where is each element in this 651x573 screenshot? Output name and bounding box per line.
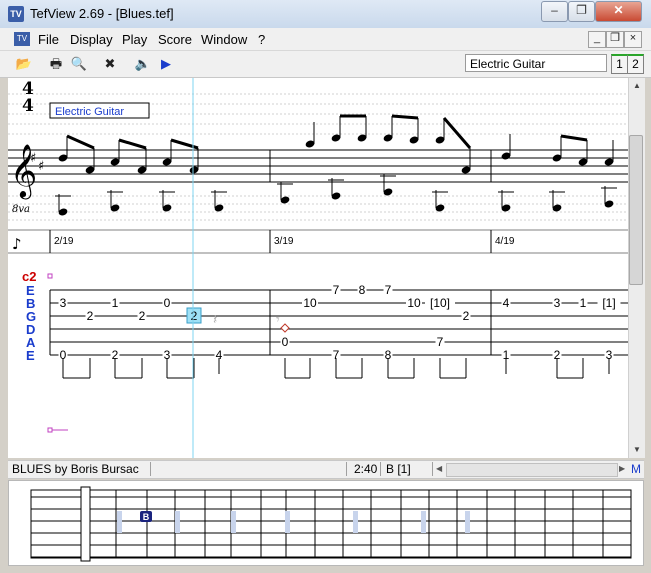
speaker-icon[interactable]: 🔈 <box>133 54 153 74</box>
minimize-button[interactable]: – <box>541 1 568 22</box>
sharp-icon: ♯ <box>38 159 44 174</box>
fretboard-canvas: B <box>30 486 632 562</box>
menu-play[interactable]: Play <box>122 32 147 47</box>
fret-marker-label: B <box>143 512 150 522</box>
tab-number[interactable]: 8 <box>359 283 366 297</box>
tab-number[interactable]: 1 <box>112 296 119 310</box>
beam <box>442 117 472 149</box>
menu-help[interactable]: ? <box>258 32 265 47</box>
mdi-close-button[interactable]: × <box>624 31 642 48</box>
beam <box>66 134 95 150</box>
tab-number[interactable]: 10 <box>303 296 317 310</box>
tab-number[interactable]: 3 <box>554 296 561 310</box>
tab-numbers-group: 3212020 2 3 4107 8 710 [10]207 874 3 1 [1]1 2 3 <box>58 283 621 362</box>
marker-icon <box>47 427 53 433</box>
open-icon[interactable]: 📂 <box>14 54 34 74</box>
menu-score[interactable]: Score <box>158 32 192 47</box>
mdi-minimize-button[interactable]: _ <box>588 31 606 48</box>
tab-number[interactable]: 1 <box>580 296 587 310</box>
menu-bar: TV File Display Play Score Window ? _ ❐ … <box>0 28 651 51</box>
measure-label: 4/19 <box>495 236 515 247</box>
song-title: BLUES by Boris Bursac <box>12 462 139 476</box>
tab-number[interactable]: 7 <box>437 335 444 349</box>
play-icon[interactable]: ▶ <box>156 54 176 74</box>
print-preview-icon[interactable]: 🔍 <box>69 54 89 74</box>
section-label: B [1] <box>386 462 411 476</box>
hscroll-left-icon[interactable]: ◀ <box>436 464 444 474</box>
scroll-up-icon[interactable]: ▲ <box>630 79 644 93</box>
beam <box>118 138 147 150</box>
track-1-button[interactable]: 1 <box>611 54 628 74</box>
fret-dot <box>353 511 358 533</box>
tab-staff <box>49 289 628 356</box>
tab-header: c2 <box>22 269 36 284</box>
string-name: E <box>26 348 35 363</box>
eighth-note-icon: ♪ <box>12 235 22 253</box>
ghost-rest-icon: 𝄾 <box>276 312 280 328</box>
nut <box>80 486 91 562</box>
beam <box>391 114 419 120</box>
fret-dot <box>231 511 236 533</box>
mdi-restore-button[interactable]: ❐ <box>606 31 624 48</box>
beam <box>560 134 588 142</box>
menu-window[interactable]: Window <box>201 32 247 47</box>
tab-number[interactable]: 2 <box>87 309 94 323</box>
beam <box>170 138 199 150</box>
mode-letter[interactable]: M <box>631 462 641 476</box>
track-2-button[interactable]: 2 <box>627 54 644 74</box>
ghost-rest-icon: 𝄽 <box>213 312 217 328</box>
fret-dot <box>175 511 180 533</box>
playback-time: 2:40 <box>354 462 378 476</box>
tab-number[interactable]: 2 <box>463 309 470 323</box>
scroll-thumb[interactable] <box>629 135 643 285</box>
tab-number[interactable]: 10 <box>407 296 421 310</box>
fret-dot <box>285 511 290 533</box>
close-button[interactable]: ✕ <box>595 1 642 22</box>
tab-number[interactable]: 3 <box>60 296 67 310</box>
tab-number[interactable]: [1] <box>602 296 615 310</box>
staff <box>8 149 628 183</box>
score-view[interactable]: 𝄞 ♯ ♯ 8va 4 4 Electric Guitar ♪ 2/19 3/1… <box>8 78 628 458</box>
tab-number[interactable]: 0 <box>164 296 171 310</box>
sharp-icon: ♯ <box>30 151 36 166</box>
octave-label: 8va <box>12 204 30 215</box>
tab-number[interactable]: 4 <box>503 296 510 310</box>
measure-label: 3/19 <box>274 236 294 247</box>
tab-stems <box>62 358 610 379</box>
tab-number[interactable]: [10] <box>430 296 450 310</box>
fret-dot <box>421 511 426 533</box>
menu-file[interactable]: File <box>38 32 59 47</box>
tab-number[interactable]: 2 <box>191 309 198 323</box>
tab-number[interactable]: 7 <box>385 283 392 297</box>
status-bar: BLUES by Boris Bursac 2:40 B [1] ◀ ▶ M <box>8 460 644 479</box>
fret-dot <box>117 511 122 533</box>
print-icon[interactable]: 🖶 <box>46 54 66 74</box>
track-name-field[interactable]: Electric Guitar <box>465 54 607 72</box>
title-bar: TV TefView 2.69 - [Blues.tef] – ❐ ✕ <box>0 0 651 29</box>
hscroll-right-icon[interactable]: ▶ <box>619 464 627 474</box>
app-icon: TV <box>8 6 24 22</box>
measure-label: 2/19 <box>54 236 74 247</box>
window-title: TefView 2.69 - [Blues.tef] <box>30 6 174 21</box>
diamond-marker-icon <box>280 323 290 333</box>
tab-number[interactable]: 7 <box>333 283 340 297</box>
scroll-down-icon[interactable]: ▼ <box>630 443 644 457</box>
menu-display[interactable]: Display <box>70 32 113 47</box>
fret-dot <box>465 511 470 533</box>
tab-number[interactable]: 0 <box>282 335 289 349</box>
toolbar: 📂 🖶 🔍 ✖ 🔈 ▶ Electric Guitar 1 2 <box>0 51 651 78</box>
score-canvas: 𝄞 ♯ ♯ 8va 4 4 Electric Guitar ♪ 2/19 3/1… <box>8 78 628 458</box>
tab-number[interactable]: 2 <box>139 309 146 323</box>
close-doc-icon[interactable]: ✖ <box>100 54 120 74</box>
doc-icon[interactable]: TV <box>14 32 30 46</box>
time-sig-bottom: 4 <box>22 96 34 116</box>
horizontal-scrollbar[interactable] <box>446 463 618 477</box>
restore-button[interactable]: ❐ <box>568 1 595 22</box>
instrument-label: Electric Guitar <box>55 106 124 118</box>
marker-icon <box>47 273 53 279</box>
fretboard-panel[interactable]: B <box>8 480 644 566</box>
